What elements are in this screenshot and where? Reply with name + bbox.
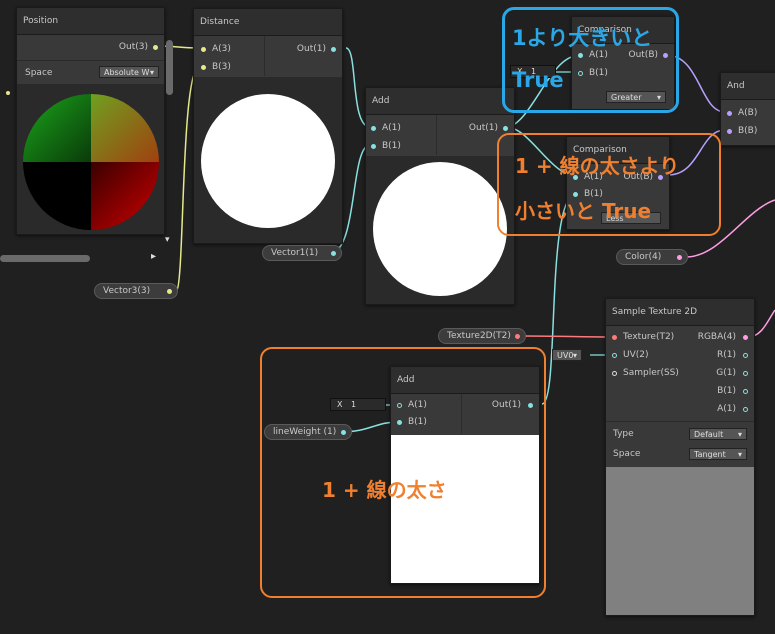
- property-port[interactable]: [677, 255, 682, 260]
- property-label: Color(4): [625, 252, 662, 262]
- node-title: Distance: [194, 9, 342, 36]
- chevron-down-icon: ▾: [149, 68, 154, 77]
- preview-panel: [366, 156, 514, 304]
- annotation-text-blue-line2: True: [512, 68, 564, 92]
- position-preview: [23, 94, 159, 230]
- node-title: Add: [366, 88, 514, 115]
- a-output-label: A(1): [717, 404, 736, 414]
- out-label: Out(3): [118, 42, 148, 52]
- input-port-b[interactable]: [201, 65, 206, 70]
- output-label: Out(1): [468, 123, 498, 133]
- annotation-box-orange-bottom: [260, 347, 546, 598]
- preview-panel: [606, 467, 754, 615]
- texture2d-property[interactable]: Texture2D(T2): [438, 328, 526, 344]
- dropdown-value: Absolute W: [104, 68, 150, 77]
- uv-input-port[interactable]: [612, 353, 617, 358]
- input-b-label: B(1): [382, 141, 401, 151]
- node-title: Position: [17, 8, 164, 35]
- b-output-label: B(1): [717, 386, 736, 396]
- input-port-b[interactable]: [727, 129, 732, 134]
- distance-preview: [201, 94, 335, 228]
- annotation-text-blue-line1: 1より大きいと: [512, 26, 653, 50]
- dropdown-value: Tangent: [694, 450, 726, 459]
- r-output-label: R(1): [716, 350, 736, 360]
- edge-port: [6, 91, 10, 95]
- scroll-down-icon[interactable]: ▾: [165, 235, 170, 245]
- property-port[interactable]: [515, 334, 520, 339]
- vector3-property[interactable]: Vector3(3): [94, 283, 178, 299]
- preview-panel: [194, 77, 342, 243]
- horizontal-scrollbar[interactable]: ▸: [0, 251, 160, 263]
- scroll-thumb[interactable]: [0, 255, 90, 262]
- out-port[interactable]: [153, 45, 158, 50]
- input-port-a[interactable]: [201, 47, 206, 52]
- space-label: Space: [613, 449, 641, 459]
- scroll-right-icon[interactable]: ▸: [151, 251, 156, 262]
- input-output-divider: [436, 115, 437, 155]
- chevron-down-icon: ▾: [737, 450, 742, 459]
- section-divider: [606, 421, 754, 422]
- texture-input-label: Texture(T2): [623, 332, 675, 342]
- rgba-output-label: RGBA(4): [697, 332, 736, 342]
- space-label: Space: [25, 68, 53, 78]
- scroll-thumb[interactable]: [166, 40, 173, 95]
- vector1-property[interactable]: Vector1(1): [262, 245, 342, 261]
- g-output-label: G(1): [716, 368, 736, 378]
- input-a-label: A(B): [738, 108, 758, 118]
- wire-texture-to-sample: [521, 335, 614, 338]
- input-port-a[interactable]: [727, 111, 732, 116]
- type-dropdown[interactable]: Default ▾: [689, 428, 747, 440]
- g-output-port[interactable]: [743, 371, 748, 376]
- color-property[interactable]: Color(4): [616, 249, 688, 265]
- property-label: Vector1(1): [271, 248, 319, 258]
- annotation-text-orange-top-line2: 小さいと True: [515, 199, 652, 223]
- vertical-scrollbar[interactable]: ▴ ▾: [165, 40, 174, 245]
- output-label: Out(1): [296, 44, 326, 54]
- a-output-port[interactable]: [743, 407, 748, 412]
- node-title: Sample Texture 2D: [606, 299, 754, 326]
- annotation-text-orange-top-line1: 1 + 線の太さより: [515, 154, 680, 178]
- space-dropdown[interactable]: Tangent ▾: [689, 448, 747, 460]
- and-node[interactable]: And A(B) B(B): [720, 72, 775, 146]
- rgba-output-port[interactable]: [743, 335, 748, 340]
- property-label: Texture2D(T2): [447, 331, 511, 341]
- texture-input-port[interactable]: [612, 335, 617, 340]
- chevron-down-icon: ▾: [572, 351, 577, 360]
- sampler-input-port[interactable]: [612, 371, 617, 376]
- input-b-label: B(B): [738, 126, 758, 136]
- annotation-text-orange-bottom: 1 + 線の太さ: [322, 478, 447, 502]
- sample-texture-node[interactable]: Sample Texture 2D Texture(T2) UV(2) Samp…: [605, 298, 755, 616]
- section-divider: [17, 60, 164, 61]
- input-a-label: A(3): [212, 44, 231, 54]
- position-node[interactable]: Position Out(3) Space Absolute W ▾: [16, 7, 165, 235]
- space-dropdown[interactable]: Absolute W ▾: [99, 66, 159, 78]
- input-port-a[interactable]: [371, 126, 376, 131]
- dropdown-value: UV0: [557, 351, 574, 360]
- add-top-node[interactable]: Add A(1) B(1) Out(1): [365, 87, 515, 305]
- property-port[interactable]: [167, 289, 172, 294]
- dropdown-value: Default: [694, 430, 724, 439]
- add-preview: [373, 162, 507, 296]
- uv-channel-dropdown[interactable]: UV0 ▾: [552, 349, 582, 361]
- b-output-port[interactable]: [743, 389, 748, 394]
- output-port[interactable]: [331, 47, 336, 52]
- r-output-port[interactable]: [743, 353, 748, 358]
- input-port-b[interactable]: [371, 144, 376, 149]
- property-port[interactable]: [331, 251, 336, 256]
- chevron-down-icon: ▾: [737, 430, 742, 439]
- sampler-input-label: Sampler(SS): [623, 368, 679, 378]
- input-a-label: A(1): [382, 123, 401, 133]
- distance-node[interactable]: Distance A(3) B(3) Out(1): [193, 8, 343, 244]
- node-title: And: [721, 73, 775, 100]
- uv-input-label: UV(2): [623, 350, 649, 360]
- input-output-divider: [264, 36, 265, 76]
- type-label: Type: [613, 429, 634, 439]
- output-port[interactable]: [503, 126, 508, 131]
- input-b-label: B(3): [212, 62, 231, 72]
- preview-panel: [17, 84, 164, 234]
- property-label: Vector3(3): [103, 286, 151, 296]
